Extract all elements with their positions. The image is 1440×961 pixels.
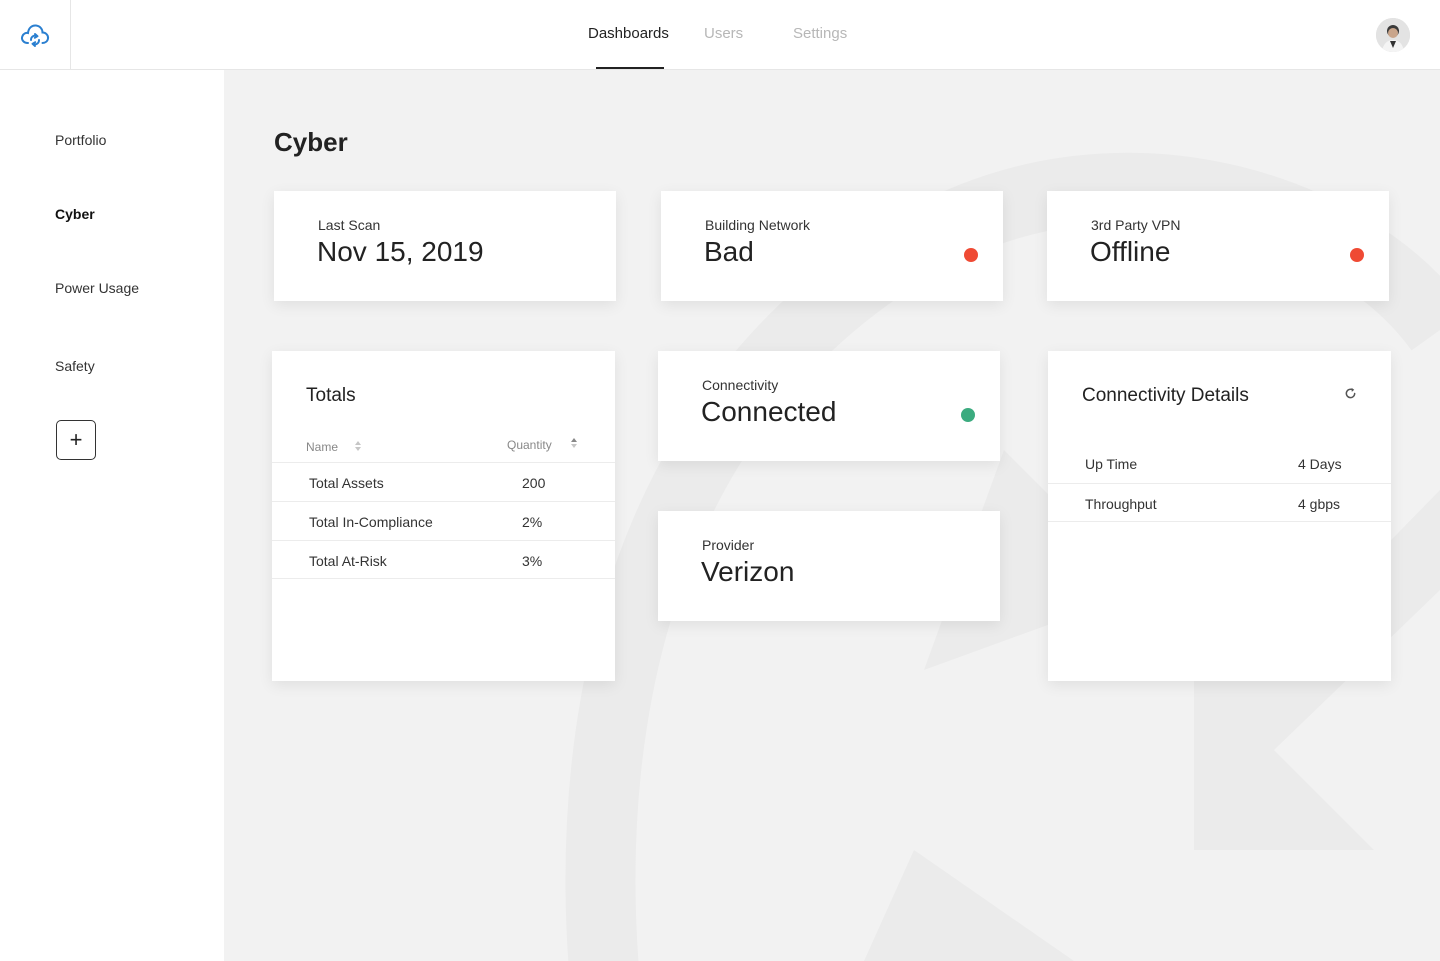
main-nav: Dashboards Users Settings: [0, 0, 1440, 69]
table-row: Total In-Compliance 2%: [272, 501, 615, 540]
building-network-card: Building Network Bad: [661, 191, 1003, 301]
last-scan-card: Last Scan Nov 15, 2019: [274, 191, 616, 301]
sort-icon[interactable]: [354, 440, 362, 452]
vpn-value: Offline: [1090, 236, 1171, 267]
table-row: Total At-Risk 3%: [272, 540, 615, 579]
detail-row: Throughput 4 gbps: [1048, 483, 1391, 522]
totals-card: Totals Name Quantity Total Assets 200 To…: [272, 351, 615, 681]
status-dot-connected: [961, 408, 975, 422]
row-name: Total In-Compliance: [309, 514, 433, 530]
vpn-label: 3rd Party VPN: [1091, 217, 1181, 233]
connectivity-label: Connectivity: [702, 377, 779, 393]
column-header-name[interactable]: Name: [306, 440, 338, 454]
main-content: Cyber Last Scan Nov 15, 2019 Building Ne…: [224, 70, 1440, 961]
column-header-quantity[interactable]: Quantity: [507, 438, 552, 452]
avatar[interactable]: [1376, 18, 1410, 52]
add-dashboard-button[interactable]: +: [56, 420, 96, 460]
building-network-value: Bad: [704, 236, 754, 267]
tab-dashboards[interactable]: Dashboards: [588, 25, 669, 42]
totals-title: Totals: [306, 385, 356, 406]
detail-label: Throughput: [1085, 496, 1157, 512]
detail-label: Up Time: [1085, 456, 1138, 472]
top-bar: Dashboards Users Settings: [0, 0, 1440, 70]
sidebar-item-cyber[interactable]: Cyber: [55, 206, 95, 222]
detail-row: Up Time 4 Days: [1048, 444, 1391, 483]
detail-value: 4 Days: [1298, 456, 1342, 472]
tab-users[interactable]: Users: [704, 25, 743, 42]
user-avatar-icon: [1376, 18, 1410, 52]
vpn-card: 3rd Party VPN Offline: [1047, 191, 1389, 301]
connectivity-details-title: Connectivity Details: [1082, 385, 1249, 406]
provider-card: Provider Verizon: [658, 511, 1000, 621]
row-quantity: 200: [522, 475, 546, 491]
building-network-label: Building Network: [705, 217, 811, 233]
status-dot-bad: [964, 248, 978, 262]
refresh-icon[interactable]: [1344, 387, 1357, 400]
status-dot-offline: [1350, 248, 1364, 262]
provider-value: Verizon: [701, 556, 795, 587]
tab-settings[interactable]: Settings: [793, 25, 847, 42]
provider-label: Provider: [702, 537, 755, 553]
active-tab-indicator: [596, 67, 664, 69]
connectivity-card: Connectivity Connected: [658, 351, 1000, 461]
sidebar: Portfolio Cyber Power Usage Safety +: [0, 70, 224, 961]
table-row: Total Assets 200: [272, 462, 615, 501]
sort-ascending-icon[interactable]: [570, 437, 578, 449]
row-quantity: 3%: [522, 553, 543, 569]
detail-value: 4 gbps: [1298, 496, 1341, 512]
last-scan-label: Last Scan: [318, 217, 381, 233]
page-title: Cyber: [274, 127, 348, 157]
connectivity-value: Connected: [701, 396, 837, 427]
connectivity-details-card: Connectivity Details Up Time 4 Days Thro…: [1048, 351, 1391, 681]
row-quantity: 2%: [522, 514, 543, 530]
last-scan-value: Nov 15, 2019: [317, 236, 484, 267]
sidebar-item-safety[interactable]: Safety: [55, 358, 95, 374]
sidebar-item-power-usage[interactable]: Power Usage: [55, 280, 139, 296]
row-name: Total Assets: [309, 475, 384, 491]
sidebar-item-portfolio[interactable]: Portfolio: [55, 132, 106, 148]
row-name: Total At-Risk: [309, 553, 387, 569]
